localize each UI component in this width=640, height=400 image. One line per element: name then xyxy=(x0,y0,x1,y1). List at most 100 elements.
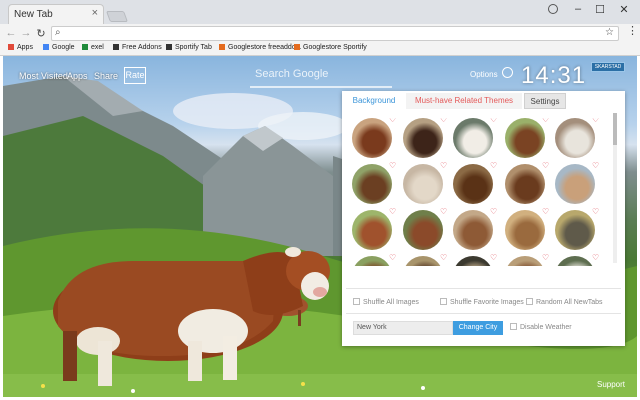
sheet-icon xyxy=(82,44,88,50)
favorite-heart-icon[interactable]: ♡ xyxy=(542,118,549,124)
tab-icon xyxy=(166,44,172,50)
maximize-button[interactable]: ☐ xyxy=(592,3,608,16)
share-link[interactable]: Share xyxy=(94,71,118,81)
tab-related-themes[interactable]: Must-have Related Themes xyxy=(406,93,522,109)
menu-dots-icon[interactable]: ⋮ xyxy=(627,26,638,37)
bookmark-star-icon[interactable]: ☆ xyxy=(605,27,614,38)
forward-arrow-icon[interactable]: → xyxy=(20,27,32,39)
favorite-heart-icon[interactable]: ♡ xyxy=(542,162,549,170)
favorite-heart-icon[interactable]: ♡ xyxy=(389,118,396,124)
favorite-heart-icon[interactable]: ♡ xyxy=(440,118,447,124)
background-thumbnail[interactable] xyxy=(352,164,392,204)
background-thumbnail-grid: ♡ ♡ ♡ ♡ ♡ ♡ ♡ ♡ ♡ ♡ ♡ ♡ ♡ ♡ ♡ ♡ ♡ ♡ ♡ ♡ xyxy=(352,118,610,266)
panel-scrollbar[interactable] xyxy=(613,113,617,263)
weather-badge[interactable]: SKARSTAD xyxy=(591,62,625,72)
bookmark-3[interactable]: exel xyxy=(82,44,104,51)
background-thumbnail[interactable] xyxy=(403,164,443,204)
shuffle-all-images-checkbox[interactable]: Shuffle All Images xyxy=(353,298,419,306)
favorite-heart-icon[interactable]: ♡ xyxy=(490,208,497,216)
favorite-heart-icon[interactable]: ♡ xyxy=(440,254,447,262)
clock-icon[interactable] xyxy=(502,67,513,78)
options-button[interactable]: Options xyxy=(470,70,498,79)
favorite-heart-icon[interactable]: ♡ xyxy=(542,208,549,216)
background-thumbnail[interactable] xyxy=(505,256,545,266)
background-thumbnail[interactable] xyxy=(555,210,595,250)
scrollbar-thumb[interactable] xyxy=(613,113,617,145)
address-bar[interactable]: ⌕ ☆ xyxy=(51,26,619,41)
clock-time: 14:31 xyxy=(521,62,587,89)
google-g-icon xyxy=(43,44,49,50)
panel-divider xyxy=(346,313,621,314)
apps-grid-icon xyxy=(8,44,14,50)
favorite-heart-icon[interactable]: ♡ xyxy=(490,118,497,124)
addon-icon xyxy=(113,44,119,50)
background-thumbnail[interactable] xyxy=(555,164,595,204)
back-arrow-icon[interactable]: ← xyxy=(5,27,17,39)
bookmark-7[interactable]: Googlestore Sportify xyxy=(294,44,367,51)
bookmark-label: Free Addons xyxy=(122,44,162,51)
new-tab-button[interactable] xyxy=(105,11,129,22)
bookmark-6[interactable]: Googlestore freeaddo... xyxy=(219,44,302,51)
apps-link[interactable]: Apps xyxy=(67,71,88,81)
background-thumbnail[interactable] xyxy=(403,210,443,250)
profile-icon[interactable] xyxy=(548,4,558,14)
favorite-heart-icon[interactable]: ♡ xyxy=(490,254,497,262)
minimize-button[interactable]: – xyxy=(570,3,586,15)
bookmark-label: Sportify Tab xyxy=(175,44,212,51)
background-thumbnail[interactable] xyxy=(453,210,493,250)
shuffle-all-images-label: Shuffle All Images xyxy=(363,299,419,306)
disable-weather-label: Disable Weather xyxy=(520,324,572,331)
background-thumbnail[interactable] xyxy=(352,210,392,250)
background-thumbnail[interactable] xyxy=(453,118,493,158)
city-input[interactable]: New York xyxy=(353,321,453,335)
new-tab-page: Most Visited Apps Share Rate Search Goog… xyxy=(3,56,637,397)
background-thumbnail[interactable] xyxy=(505,164,545,204)
background-thumbnail[interactable] xyxy=(403,256,443,266)
store-icon xyxy=(294,44,300,50)
reload-icon[interactable]: ↻ xyxy=(35,27,47,40)
background-thumbnail[interactable] xyxy=(453,256,493,266)
favorite-heart-icon[interactable]: ♡ xyxy=(592,254,599,262)
options-panel: Background Must-have Related Themes Sett… xyxy=(342,91,625,346)
favorite-heart-icon[interactable]: ♡ xyxy=(389,254,396,262)
favorite-heart-icon[interactable]: ♡ xyxy=(389,208,396,216)
rate-button[interactable]: Rate xyxy=(124,67,146,84)
background-thumbnail[interactable] xyxy=(555,256,595,266)
background-thumbnail[interactable] xyxy=(352,256,392,266)
tab-strip: New Tab × – ☐ ✕ xyxy=(0,0,640,24)
favorite-heart-icon[interactable]: ♡ xyxy=(542,254,549,262)
bookmark-1[interactable]: Apps xyxy=(8,44,33,51)
shuffle-favorite-images-checkbox[interactable]: Shuffle Favorite Images xyxy=(440,298,524,306)
close-window-button[interactable]: ✕ xyxy=(616,3,632,16)
disable-weather-checkbox[interactable]: Disable Weather xyxy=(510,323,572,331)
favorite-heart-icon[interactable]: ♡ xyxy=(592,162,599,170)
favorite-heart-icon[interactable]: ♡ xyxy=(490,162,497,170)
favorite-heart-icon[interactable]: ♡ xyxy=(389,162,396,170)
favorite-heart-icon[interactable]: ♡ xyxy=(592,118,599,124)
search-input[interactable]: Search Google xyxy=(255,68,328,80)
background-thumbnail[interactable] xyxy=(403,118,443,158)
tab-settings[interactable]: Settings xyxy=(524,93,566,109)
background-thumbnail[interactable] xyxy=(352,118,392,158)
close-tab-icon[interactable]: × xyxy=(92,7,98,19)
tab-title: New Tab xyxy=(14,9,53,20)
store-icon xyxy=(219,44,225,50)
browser-tab[interactable]: New Tab × xyxy=(8,4,104,24)
background-thumbnail[interactable] xyxy=(505,118,545,158)
support-link[interactable]: Support xyxy=(597,380,625,389)
change-city-button[interactable]: Change City xyxy=(453,321,503,335)
background-thumbnail[interactable] xyxy=(453,164,493,204)
bookmark-label: Googlestore freeaddo... xyxy=(228,44,302,51)
favorite-heart-icon[interactable]: ♡ xyxy=(440,208,447,216)
tab-background[interactable]: Background xyxy=(346,93,402,109)
favorite-heart-icon[interactable]: ♡ xyxy=(440,162,447,170)
bookmark-2[interactable]: Google xyxy=(43,44,75,51)
bookmark-label: exel xyxy=(91,44,104,51)
background-thumbnail[interactable] xyxy=(505,210,545,250)
bookmark-4[interactable]: Free Addons xyxy=(113,44,162,51)
random-all-newtabs-checkbox[interactable]: Random All NewTabs xyxy=(526,298,603,306)
bookmark-5[interactable]: Sportify Tab xyxy=(166,44,212,51)
most-visited-link[interactable]: Most Visited xyxy=(19,71,68,81)
background-thumbnail[interactable] xyxy=(555,118,595,158)
favorite-heart-icon[interactable]: ♡ xyxy=(592,208,599,216)
